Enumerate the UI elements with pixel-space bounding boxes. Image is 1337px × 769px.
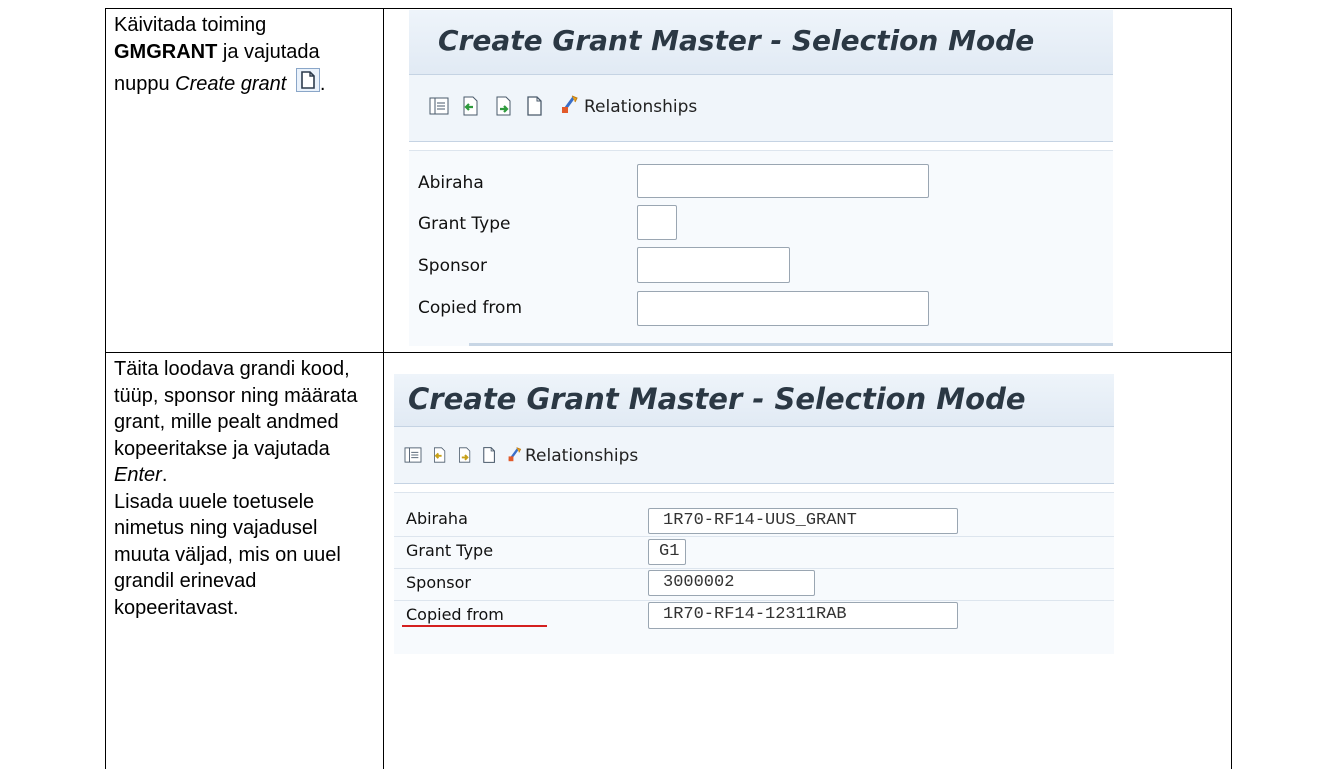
button-strip xyxy=(469,343,1113,346)
row2-line: grandil erinevad xyxy=(114,570,257,592)
row2-line: tüüp, sponsor ning määrata xyxy=(114,384,358,407)
row2-instruction: Täita loodava grandi kood, tüüp, sponsor… xyxy=(114,356,379,621)
selection-form: Abiraha Grant Type Sponsor Copied from xyxy=(409,150,1113,346)
abiraha-label: Abiraha xyxy=(406,509,468,528)
create-document-icon xyxy=(295,68,320,92)
row1-line3: nuppu Create grant . xyxy=(114,68,374,98)
selection-form: Abiraha 1R70-RF14-UUS_GRANT Grant Type G… xyxy=(394,492,1114,654)
transaction-code: GMGRANT xyxy=(114,40,218,63)
screen-title-bar: Create Grant Master - Selection Mode xyxy=(409,10,1113,75)
relationships-icon[interactable] xyxy=(560,93,580,115)
row2-line: Lisada uuele toetusele xyxy=(114,490,315,513)
screen-title: Create Grant Master - Selection Mode xyxy=(438,24,1035,57)
table-border-left xyxy=(105,8,106,769)
grant-type-input[interactable]: G1 xyxy=(648,539,686,565)
screen-title-bar: Create Grant Master - Selection Mode xyxy=(394,374,1114,427)
application-toolbar: Relationships xyxy=(409,75,1113,142)
grant-type-label: Grant Type xyxy=(406,541,494,560)
list-icon[interactable] xyxy=(404,447,422,463)
relationships-icon[interactable] xyxy=(507,445,523,463)
row2-line: nimetus ning vajadusel xyxy=(114,517,318,539)
table-border-right xyxy=(1231,8,1232,769)
copied-from-input[interactable]: 1R70-RF14-12311RAB xyxy=(648,602,958,629)
copied-from-input[interactable] xyxy=(637,291,929,326)
sponsor-input[interactable]: 3000002 xyxy=(648,570,815,596)
abiraha-input[interactable]: 1R70-RF14-UUS_GRANT xyxy=(648,508,958,534)
next-object-icon[interactable] xyxy=(494,95,514,117)
row1-line2: GMGRANT ja vajutada xyxy=(114,40,320,63)
create-icon[interactable] xyxy=(482,446,497,464)
row2-line: kopeeritavast. xyxy=(114,596,239,619)
grant-type-label: Grant Type xyxy=(418,214,511,234)
table-border-top xyxy=(105,8,1232,9)
table-row-divider xyxy=(105,352,1232,353)
copied-from-label: Copied from xyxy=(406,605,504,624)
table-column-divider xyxy=(383,8,384,769)
list-icon[interactable] xyxy=(429,97,449,115)
previous-object-icon[interactable] xyxy=(461,95,481,117)
copied-from-highlight xyxy=(402,625,547,627)
abiraha-input[interactable] xyxy=(637,164,929,198)
row2-line: kopeeritakse ja vajutada xyxy=(114,437,330,460)
abiraha-label: Abiraha xyxy=(418,173,484,193)
enter-key-label: Enter xyxy=(114,464,162,486)
next-object-icon[interactable] xyxy=(457,446,473,464)
row1-line1: Käivitada toiming xyxy=(114,14,267,36)
grant-type-input[interactable] xyxy=(637,205,677,240)
row2-line: muuta väljad, mis on uuel xyxy=(114,543,341,566)
sponsor-label: Sponsor xyxy=(406,573,471,592)
relationships-button[interactable]: Relationships xyxy=(525,446,638,466)
relationships-button[interactable]: Relationships xyxy=(584,97,697,117)
sponsor-label: Sponsor xyxy=(418,256,488,276)
application-toolbar: Relationships xyxy=(394,427,1114,484)
sponsor-input[interactable] xyxy=(637,247,790,283)
row2-line: Täita loodava grandi kood, xyxy=(114,358,350,380)
sap-screen-filled: Create Grant Master - Selection Mode Rel… xyxy=(394,374,1114,654)
row2-line: grant, mille pealt andmed xyxy=(114,411,339,433)
row1-instruction: Käivitada toiming GMGRANT ja vajutada nu… xyxy=(114,12,374,98)
screen-title: Create Grant Master - Selection Mode xyxy=(408,382,1026,416)
previous-object-icon[interactable] xyxy=(432,446,448,464)
row2-line-enter: Enter. xyxy=(114,464,168,486)
copied-from-label: Copied from xyxy=(418,298,523,318)
create-grant-label: Create grant xyxy=(175,73,287,95)
sap-screen-empty: Create Grant Master - Selection Mode Rel… xyxy=(409,10,1113,346)
create-icon[interactable] xyxy=(526,95,544,117)
